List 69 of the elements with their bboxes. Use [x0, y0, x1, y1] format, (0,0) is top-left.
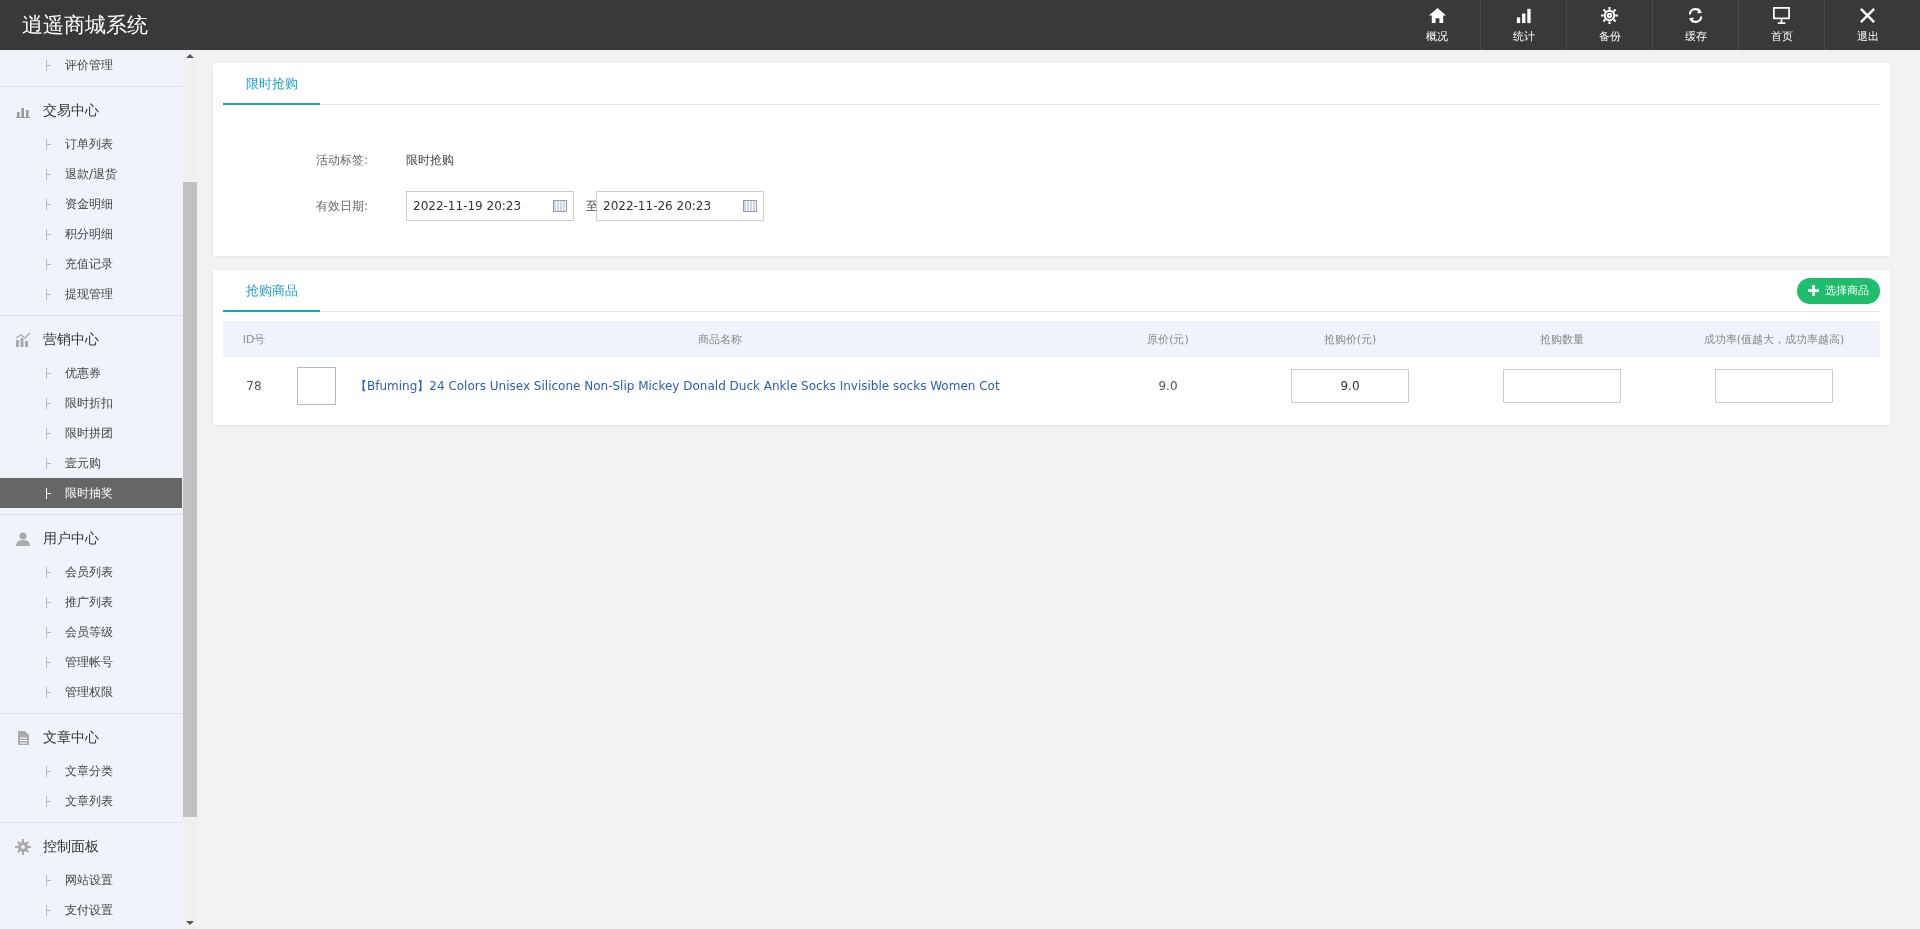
gear-icon	[1600, 6, 1619, 25]
refresh-icon	[1686, 6, 1705, 25]
sidebar-item[interactable]: 提现管理	[0, 279, 182, 309]
scroll-up-icon[interactable]	[186, 54, 194, 58]
calendar-icon	[743, 200, 757, 212]
close-icon	[1858, 6, 1877, 25]
product-link[interactable]: 【Bfuming】24 Colors Unisex Silicone Non-Slip Mickey Donald Duck Ankle Socks Invisible socks Women Cot	[355, 378, 1000, 393]
monitor-icon	[1772, 6, 1791, 25]
sidebar-item[interactable]: 优惠券	[0, 358, 182, 388]
column-header: ID号	[242, 332, 266, 346]
group-title[interactable]: 文章中心	[43, 729, 99, 747]
nav-button[interactable]: 退出	[1824, 0, 1910, 50]
sidebar-item[interactable]: 充值记录	[0, 249, 182, 279]
scroll-down-icon[interactable]	[186, 921, 194, 925]
sidebar-item[interactable]: 积分明细	[0, 219, 182, 249]
group-title[interactable]: 营销中心	[43, 331, 99, 349]
image-placeholder	[296, 367, 336, 405]
input-field[interactable]: 9.0	[1291, 369, 1409, 403]
sidebar-item[interactable]: 限时折扣	[0, 388, 182, 418]
sidebar-item[interactable]: 网站设置	[0, 865, 182, 895]
home-icon	[1427, 6, 1447, 25]
nav-button[interactable]: 备份	[1566, 0, 1652, 50]
input-field[interactable]	[1715, 369, 1833, 403]
column-header: 商品名称	[697, 332, 742, 346]
bar-chart-icon	[1514, 6, 1533, 25]
gear-icon	[15, 839, 31, 855]
date-field[interactable]: 2022-11-26 20:23	[596, 191, 764, 221]
sidebar-item[interactable]: 退款/退货	[0, 159, 182, 189]
nav-button[interactable]: 首页	[1738, 0, 1824, 50]
document-icon	[15, 730, 31, 746]
group-title[interactable]: 交易中心	[43, 102, 99, 120]
column-header: 原价(元)	[1147, 332, 1189, 346]
sidebar-item[interactable]: 资金明细	[0, 189, 182, 219]
sidebar-item[interactable]: 壹元购	[0, 448, 182, 478]
sidebar-item[interactable]: 推广列表	[0, 587, 182, 617]
group-title[interactable]: 控制面板	[43, 838, 99, 856]
group-title[interactable]: 用户中心	[43, 530, 99, 548]
sidebar-item[interactable]: 文章分类	[0, 756, 182, 786]
sidebar-item[interactable]: 管理权限	[0, 677, 182, 707]
column-header: 成功率(值越大，成功率越高)	[1703, 332, 1845, 346]
sidebar-item[interactable]: 订单列表	[0, 129, 182, 159]
app-title: 逍遥商城系统	[21, 12, 148, 39]
column-header: 抢购价(元)	[1323, 332, 1377, 346]
sidebar-item[interactable]: 限时抽奖	[0, 478, 182, 508]
input-field[interactable]	[1503, 369, 1621, 403]
field-label: 活动标签:	[315, 151, 370, 169]
sidebar-item[interactable]: 管理帐号	[0, 647, 182, 677]
sidebar-item[interactable]: 会员列表	[0, 557, 182, 587]
sidebar-item[interactable]: 评价管理	[0, 50, 182, 80]
plus-icon	[1808, 285, 1819, 296]
nav-button[interactable]: 统计	[1480, 0, 1566, 50]
field-label: 有效日期:	[315, 197, 370, 215]
user-icon	[15, 531, 31, 547]
nav-button[interactable]: 概况	[1394, 0, 1480, 50]
sidebar-item[interactable]: 会员等级	[0, 617, 182, 647]
sidebar-item[interactable]: 支付设置	[0, 895, 182, 925]
scrollbar-thumb[interactable]	[183, 182, 197, 817]
nav-button[interactable]: 缓存	[1652, 0, 1738, 50]
chart-icon	[15, 332, 31, 348]
separator-text: 至	[586, 197, 598, 215]
sidebar-item[interactable]: 限时拼团	[0, 418, 182, 448]
field-value: 限时抢购	[406, 151, 454, 169]
calendar-icon	[553, 200, 567, 212]
scrollbar[interactable]	[182, 50, 198, 929]
date-field[interactable]: 2022-11-19 20:23	[406, 191, 574, 221]
table-cell: 9.0	[1158, 379, 1178, 393]
column-header: 抢购数量	[1540, 332, 1584, 346]
sidebar-item[interactable]: 文章列表	[0, 786, 182, 816]
table-cell: 78	[246, 379, 262, 393]
